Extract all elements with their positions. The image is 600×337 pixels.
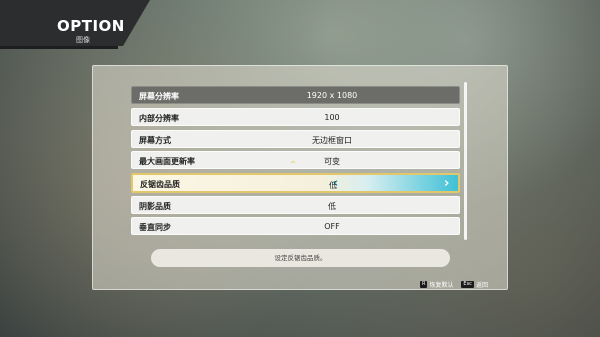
footer-hints: R 恢复默认 Esc 返回: [420, 280, 494, 290]
setting-label: 屏幕方式: [139, 136, 171, 145]
setting-value: OFF: [324, 222, 340, 231]
back-key-icon: Esc: [461, 281, 474, 288]
back-button[interactable]: 返回: [476, 282, 488, 289]
setting-value: 低: [329, 181, 337, 190]
chevron-up-icon[interactable]: ⌃: [289, 161, 297, 171]
setting-label: 阴影品质: [139, 202, 171, 211]
title-stripe: [0, 46, 118, 49]
setting-value: 1920 x 1080: [306, 91, 358, 100]
setting-value: 低: [328, 202, 336, 211]
setting-row-screen-mode[interactable]: 屏幕方式 无边框窗口: [131, 130, 460, 148]
reset-default-button[interactable]: 恢复默认: [429, 282, 453, 289]
setting-row-shadow-quality[interactable]: 阴影品质 低: [131, 196, 460, 214]
scrollbar[interactable]: [464, 82, 467, 240]
page-title: OPTION: [57, 17, 125, 35]
setting-description: 设定反锯齿品质。: [151, 249, 450, 267]
setting-label: 屏幕分辨率: [139, 92, 179, 101]
setting-value: 100: [324, 113, 340, 122]
setting-label: 垂直同步: [139, 223, 171, 232]
setting-row-internal-resolution[interactable]: 内部分辨率 100: [131, 108, 460, 126]
page-subtitle: 图像: [76, 36, 90, 44]
setting-row-resolution[interactable]: 屏幕分辨率 1920 x 1080: [131, 86, 460, 104]
chevron-right-icon[interactable]: ›: [444, 176, 449, 191]
reset-key-icon: R: [420, 281, 428, 288]
setting-value: 无边框窗口: [312, 136, 352, 145]
setting-label: 反锯齿品质: [140, 180, 180, 189]
setting-row-antialiasing[interactable]: 反锯齿品质 ‹ 低 ›: [131, 173, 460, 193]
setting-row-vsync[interactable]: 垂直同步 OFF: [131, 217, 460, 235]
setting-label: 最大画面更新率: [139, 157, 195, 166]
setting-label: 内部分辨率: [139, 114, 179, 123]
